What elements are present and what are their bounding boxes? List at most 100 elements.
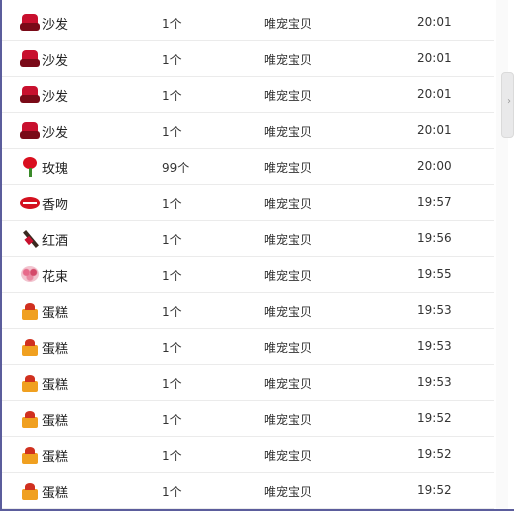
sender-name: 唯宠宝贝 bbox=[264, 233, 313, 247]
sender-name: 唯宠宝贝 bbox=[264, 17, 313, 31]
sofa-icon bbox=[20, 121, 40, 141]
sender-name: 唯宠宝贝 bbox=[264, 53, 313, 67]
list-item: 红酒 1个 唯宠宝贝 19:56 bbox=[2, 221, 494, 257]
gift-quantity: 1个 bbox=[162, 485, 182, 499]
gift-name: 蛋糕 bbox=[42, 449, 69, 465]
gift-name: 沙发 bbox=[42, 53, 69, 69]
gift-quantity: 1个 bbox=[162, 413, 182, 427]
gift-name: 沙发 bbox=[42, 17, 69, 33]
gift-cell: 沙发 bbox=[20, 85, 68, 105]
cake-icon bbox=[20, 337, 40, 357]
gift-quantity: 1个 bbox=[162, 449, 182, 463]
gift-cell: 玫瑰 bbox=[20, 157, 68, 177]
sender-name: 唯宠宝贝 bbox=[264, 197, 313, 211]
list-item: 蛋糕 1个 唯宠宝贝 19:52 bbox=[2, 401, 494, 437]
gift-cell: 花束 bbox=[20, 265, 68, 285]
sofa-icon bbox=[20, 85, 40, 105]
timestamp: 19:52 bbox=[417, 447, 452, 461]
timestamp: 19:53 bbox=[417, 303, 452, 317]
gift-name: 沙发 bbox=[42, 89, 69, 105]
list-item: 沙发 1个 唯宠宝贝 20:01 bbox=[2, 77, 494, 113]
gift-quantity: 1个 bbox=[162, 341, 182, 355]
chevron-right-icon[interactable]: › bbox=[507, 96, 511, 107]
gift-quantity: 1个 bbox=[162, 269, 182, 283]
sender-name: 唯宠宝贝 bbox=[264, 341, 313, 355]
gift-name: 蛋糕 bbox=[42, 485, 69, 501]
cake-icon bbox=[20, 409, 40, 429]
sender-name: 唯宠宝贝 bbox=[264, 89, 313, 103]
cake-icon bbox=[20, 373, 40, 393]
list-item: 沙发 1个 唯宠宝贝 20:01 bbox=[2, 5, 494, 41]
cake-icon bbox=[20, 445, 40, 465]
list-item: 蛋糕 1个 唯宠宝贝 19:52 bbox=[2, 473, 494, 509]
gift-cell: 红酒 bbox=[20, 229, 68, 249]
list-item: 蛋糕 1个 唯宠宝贝 19:53 bbox=[2, 329, 494, 365]
list-item: 蛋糕 1个 唯宠宝贝 19:53 bbox=[2, 365, 494, 401]
list-item: 沙发 1个 唯宠宝贝 20:01 bbox=[2, 41, 494, 77]
timestamp: 19:57 bbox=[417, 195, 452, 209]
gift-record-list: 沙发 1个 唯宠宝贝 20:01 沙发 1个 唯宠宝贝 20:01 沙发 1个 唯宠宝贝 20:01 沙… bbox=[2, 0, 494, 509]
gift-quantity: 1个 bbox=[162, 89, 182, 103]
gift-cell: 蛋糕 bbox=[20, 445, 68, 465]
list-item: 花束 1个 唯宠宝贝 19:55 bbox=[2, 257, 494, 293]
gift-cell: 蛋糕 bbox=[20, 337, 68, 357]
timestamp: 19:55 bbox=[417, 267, 452, 281]
gift-quantity: 1个 bbox=[162, 233, 182, 247]
list-item: 香吻 1个 唯宠宝贝 19:57 bbox=[2, 185, 494, 221]
timestamp: 19:53 bbox=[417, 375, 452, 389]
timestamp: 19:52 bbox=[417, 411, 452, 425]
sender-name: 唯宠宝贝 bbox=[264, 377, 313, 391]
gift-cell: 沙发 bbox=[20, 49, 68, 69]
gift-name: 蛋糕 bbox=[42, 305, 69, 321]
gift-name: 蛋糕 bbox=[42, 413, 69, 429]
kiss-icon bbox=[20, 193, 40, 213]
gift-cell: 沙发 bbox=[20, 121, 68, 141]
gift-quantity: 1个 bbox=[162, 377, 182, 391]
gift-quantity: 1个 bbox=[162, 53, 182, 67]
gift-cell: 蛋糕 bbox=[20, 409, 68, 429]
timestamp: 20:01 bbox=[417, 123, 452, 137]
gift-name: 香吻 bbox=[42, 197, 69, 213]
gift-name: 蛋糕 bbox=[42, 377, 69, 393]
timestamp: 19:52 bbox=[417, 483, 452, 497]
timestamp: 20:01 bbox=[417, 87, 452, 101]
sender-name: 唯宠宝贝 bbox=[264, 413, 313, 427]
list-item: 玫瑰 99个 唯宠宝贝 20:00 bbox=[2, 149, 494, 185]
gift-name: 沙发 bbox=[42, 125, 69, 141]
cake-icon bbox=[20, 481, 40, 501]
cake-icon bbox=[20, 301, 40, 321]
sender-name: 唯宠宝贝 bbox=[264, 125, 313, 139]
gift-quantity: 1个 bbox=[162, 305, 182, 319]
list-item: 沙发 1个 唯宠宝贝 20:01 bbox=[2, 113, 494, 149]
gift-quantity: 1个 bbox=[162, 197, 182, 211]
timestamp: 20:01 bbox=[417, 15, 452, 29]
sofa-icon bbox=[20, 13, 40, 33]
sender-name: 唯宠宝贝 bbox=[264, 269, 313, 283]
gift-cell: 沙发 bbox=[20, 13, 68, 33]
sender-name: 唯宠宝贝 bbox=[264, 449, 313, 463]
list-item: 蛋糕 1个 唯宠宝贝 19:53 bbox=[2, 293, 494, 329]
gift-quantity: 99个 bbox=[162, 161, 190, 175]
timestamp: 19:56 bbox=[417, 231, 452, 245]
sofa-icon bbox=[20, 49, 40, 69]
gift-cell: 香吻 bbox=[20, 193, 68, 213]
bouquet-icon bbox=[20, 265, 40, 285]
timestamp: 20:00 bbox=[417, 159, 452, 173]
sender-name: 唯宠宝贝 bbox=[264, 485, 313, 499]
gift-name: 蛋糕 bbox=[42, 341, 69, 357]
gift-quantity: 1个 bbox=[162, 125, 182, 139]
sender-name: 唯宠宝贝 bbox=[264, 161, 313, 175]
gift-name: 玫瑰 bbox=[42, 161, 69, 177]
wine-icon bbox=[20, 229, 40, 249]
timestamp: 20:01 bbox=[417, 51, 452, 65]
gift-quantity: 1个 bbox=[162, 17, 182, 31]
rose-icon bbox=[20, 157, 40, 177]
list-item: 蛋糕 1个 唯宠宝贝 19:52 bbox=[2, 437, 494, 473]
gift-cell: 蛋糕 bbox=[20, 373, 68, 393]
timestamp: 19:53 bbox=[417, 339, 452, 353]
gift-name: 红酒 bbox=[42, 233, 69, 249]
gift-cell: 蛋糕 bbox=[20, 481, 68, 501]
gift-name: 花束 bbox=[42, 269, 69, 285]
gift-cell: 蛋糕 bbox=[20, 301, 68, 321]
sender-name: 唯宠宝贝 bbox=[264, 305, 313, 319]
